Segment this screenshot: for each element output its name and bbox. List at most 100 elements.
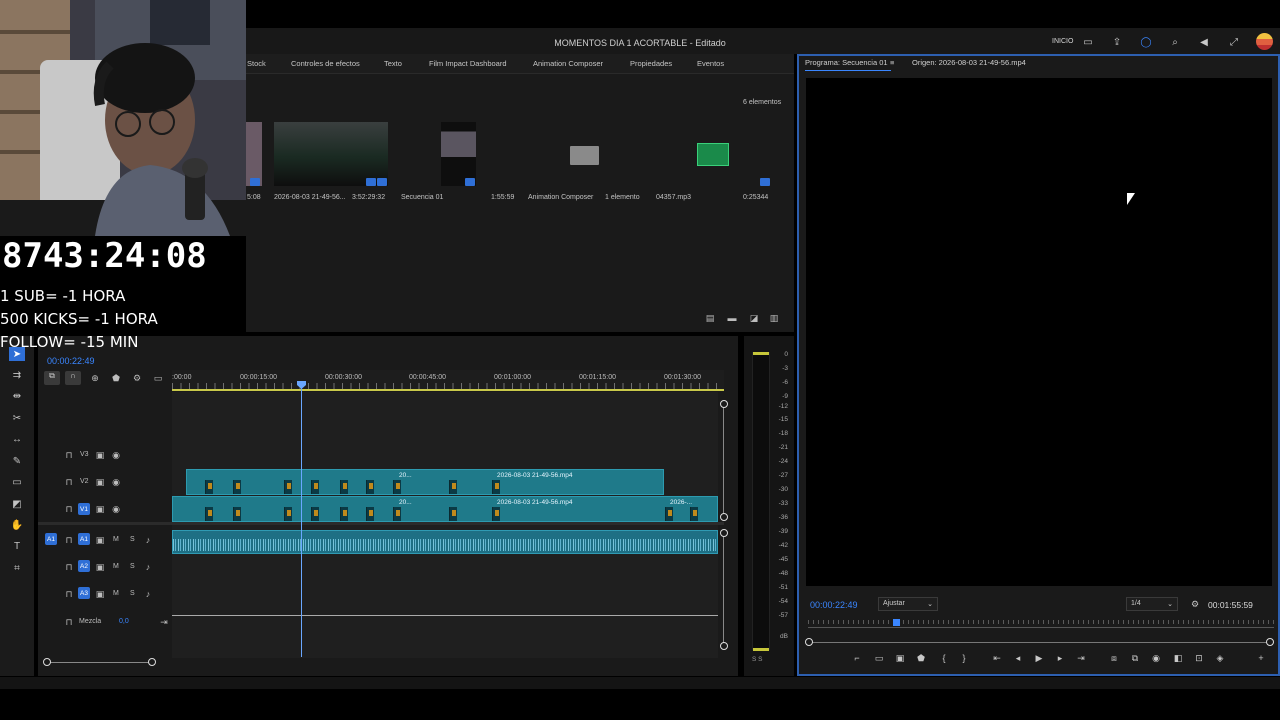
- mute-button[interactable]: M: [113, 536, 119, 543]
- overwrite-icon[interactable]: ⧉: [1129, 652, 1141, 664]
- solo-button[interactable]: S: [130, 590, 135, 597]
- clip-cut[interactable]: [366, 480, 374, 494]
- sync-icon[interactable]: ▣: [95, 562, 105, 572]
- solo-button[interactable]: S: [130, 536, 135, 543]
- clip-cut[interactable]: [665, 507, 673, 521]
- lock-icon[interactable]: ⊓: [64, 450, 74, 460]
- tab-program[interactable]: Programa: Secuencia 01: [805, 58, 888, 67]
- linked-selection-icon[interactable]: ⊕: [90, 373, 100, 383]
- clip-cut[interactable]: [393, 480, 401, 494]
- go-to-out-icon[interactable]: ⇥: [1075, 652, 1087, 664]
- sequence-thumbnail[interactable]: [441, 122, 476, 186]
- sync-icon[interactable]: ▣: [95, 477, 105, 487]
- track-a3-toggle[interactable]: A3: [78, 587, 90, 599]
- audio-v-scrollbar[interactable]: [723, 533, 724, 645]
- mix-line[interactable]: [172, 615, 718, 616]
- lock-icon[interactable]: ⊓: [64, 589, 74, 599]
- lock-icon[interactable]: ⊓: [64, 477, 74, 487]
- program-video[interactable]: [806, 78, 1272, 586]
- eye-icon[interactable]: ◉: [111, 504, 121, 514]
- track-select-tool-icon[interactable]: ⇉: [9, 368, 25, 382]
- settings-wrench-icon[interactable]: ⚙: [132, 373, 142, 383]
- sync-icon[interactable]: ▣: [95, 504, 105, 514]
- tab-text[interactable]: Texto: [384, 59, 402, 68]
- clip-cut[interactable]: [205, 480, 213, 494]
- tab-stock[interactable]: Stock: [247, 59, 266, 68]
- step-forward-icon[interactable]: ▸: [1054, 652, 1066, 664]
- v-scroll-handle[interactable]: [720, 400, 728, 408]
- fit-dropdown[interactable]: Ajustar ⌄: [878, 597, 938, 611]
- zoom-bar[interactable]: [808, 642, 1274, 643]
- lock-icon[interactable]: ⊓: [64, 562, 74, 572]
- clip-cut[interactable]: [284, 507, 292, 521]
- add-marker-icon[interactable]: ⬟: [111, 373, 121, 383]
- track-a2-toggle[interactable]: A2: [78, 560, 90, 572]
- clip-cut[interactable]: [492, 507, 500, 521]
- volume-icon[interactable]: ◀: [1197, 35, 1211, 49]
- automate-icon[interactable]: ▤: [705, 313, 715, 323]
- new-bin-icon[interactable]: ▬: [727, 313, 737, 323]
- clip-cut[interactable]: [233, 480, 241, 494]
- trash-icon[interactable]: ▥: [769, 313, 779, 323]
- mute-button[interactable]: M: [113, 590, 119, 597]
- video-thumbnail[interactable]: [274, 122, 388, 186]
- safe-margins-icon[interactable]: ▭: [873, 652, 885, 664]
- camera-icon[interactable]: ◉: [1150, 652, 1162, 664]
- new-item-icon[interactable]: ◪: [749, 313, 759, 323]
- source-a1-toggle[interactable]: A1: [45, 533, 57, 545]
- resolution-dropdown[interactable]: 1/4 ⌄: [1126, 597, 1178, 611]
- progress-icon[interactable]: ◯: [1139, 35, 1153, 49]
- track-v1-toggle[interactable]: V1: [78, 503, 90, 515]
- v-scroll-handle[interactable]: [720, 642, 728, 650]
- lock-icon[interactable]: ⊓: [64, 504, 74, 514]
- clip-cut[interactable]: [449, 480, 457, 494]
- mark-in-icon[interactable]: ⌐: [851, 652, 863, 664]
- clip-cut[interactable]: [205, 507, 213, 521]
- clip-cut[interactable]: [449, 507, 457, 521]
- clip-cut[interactable]: [340, 480, 348, 494]
- video-v-scrollbar[interactable]: [723, 404, 724, 516]
- tab-effect-controls[interactable]: Controles de efectos: [291, 59, 360, 68]
- av-divider[interactable]: [38, 522, 724, 525]
- in-point-icon[interactable]: {: [938, 652, 950, 664]
- marker-icon[interactable]: ⬟: [915, 652, 927, 664]
- vr-icon[interactable]: ◈: [1214, 652, 1226, 664]
- hand-tool-icon[interactable]: ✋: [9, 518, 25, 532]
- captions-icon[interactable]: ▭: [153, 373, 163, 383]
- step-back-icon[interactable]: ◂: [1012, 652, 1024, 664]
- clip-cut[interactable]: [690, 507, 698, 521]
- meter-solo-labels[interactable]: S S: [752, 656, 762, 663]
- h-scroll-handle-left[interactable]: [43, 658, 51, 666]
- rectangle-tool-icon[interactable]: ▭: [9, 475, 25, 489]
- play-icon[interactable]: ▶: [1033, 652, 1045, 664]
- razor-tool-icon[interactable]: ✂: [9, 411, 25, 425]
- caption-tool-icon[interactable]: ⌗: [9, 561, 25, 575]
- proxy-icon[interactable]: ⊡: [1193, 652, 1205, 664]
- clip-cut[interactable]: [311, 507, 319, 521]
- clip-cut[interactable]: [284, 480, 292, 494]
- mute-button[interactable]: M: [113, 563, 119, 570]
- h-scroll-handle-right[interactable]: [148, 658, 156, 666]
- clip-cut[interactable]: [233, 507, 241, 521]
- mic-icon[interactable]: ♪: [143, 562, 153, 572]
- mix-end-icon[interactable]: ⇥: [159, 617, 169, 627]
- mask-tool-icon[interactable]: ◩: [9, 497, 25, 511]
- tab-source[interactable]: Origen: 2026-08-03 21-49-56.mp4: [912, 58, 1026, 67]
- timeline-h-scrollbar[interactable]: [47, 662, 153, 663]
- tab-film-impact[interactable]: Film Impact Dashboard: [429, 59, 507, 68]
- eye-icon[interactable]: ◉: [111, 450, 121, 460]
- clip-v2[interactable]: 2026-08-03 21-49-56.mp4 20...: [186, 469, 664, 495]
- wrench-icon[interactable]: ⚙: [1189, 598, 1201, 610]
- panel-icon[interactable]: ▭: [1081, 35, 1095, 49]
- audio-file-icon[interactable]: [697, 143, 729, 166]
- lift-icon[interactable]: ▣: [894, 652, 906, 664]
- tracks-area[interactable]: [172, 392, 718, 658]
- program-scrubber[interactable]: [808, 620, 1274, 628]
- v-scroll-handle[interactable]: [720, 513, 728, 521]
- clip-v1[interactable]: 2026-08-03 21-49-56.mp4 20... 2026-...: [172, 496, 718, 522]
- clip-cut[interactable]: [492, 480, 500, 494]
- clip-thumbnail[interactable]: [246, 122, 262, 186]
- zoom-handle-right[interactable]: [1266, 638, 1274, 646]
- ripple-edit-tool-icon[interactable]: ⇹: [9, 389, 25, 403]
- clip-cut[interactable]: [393, 507, 401, 521]
